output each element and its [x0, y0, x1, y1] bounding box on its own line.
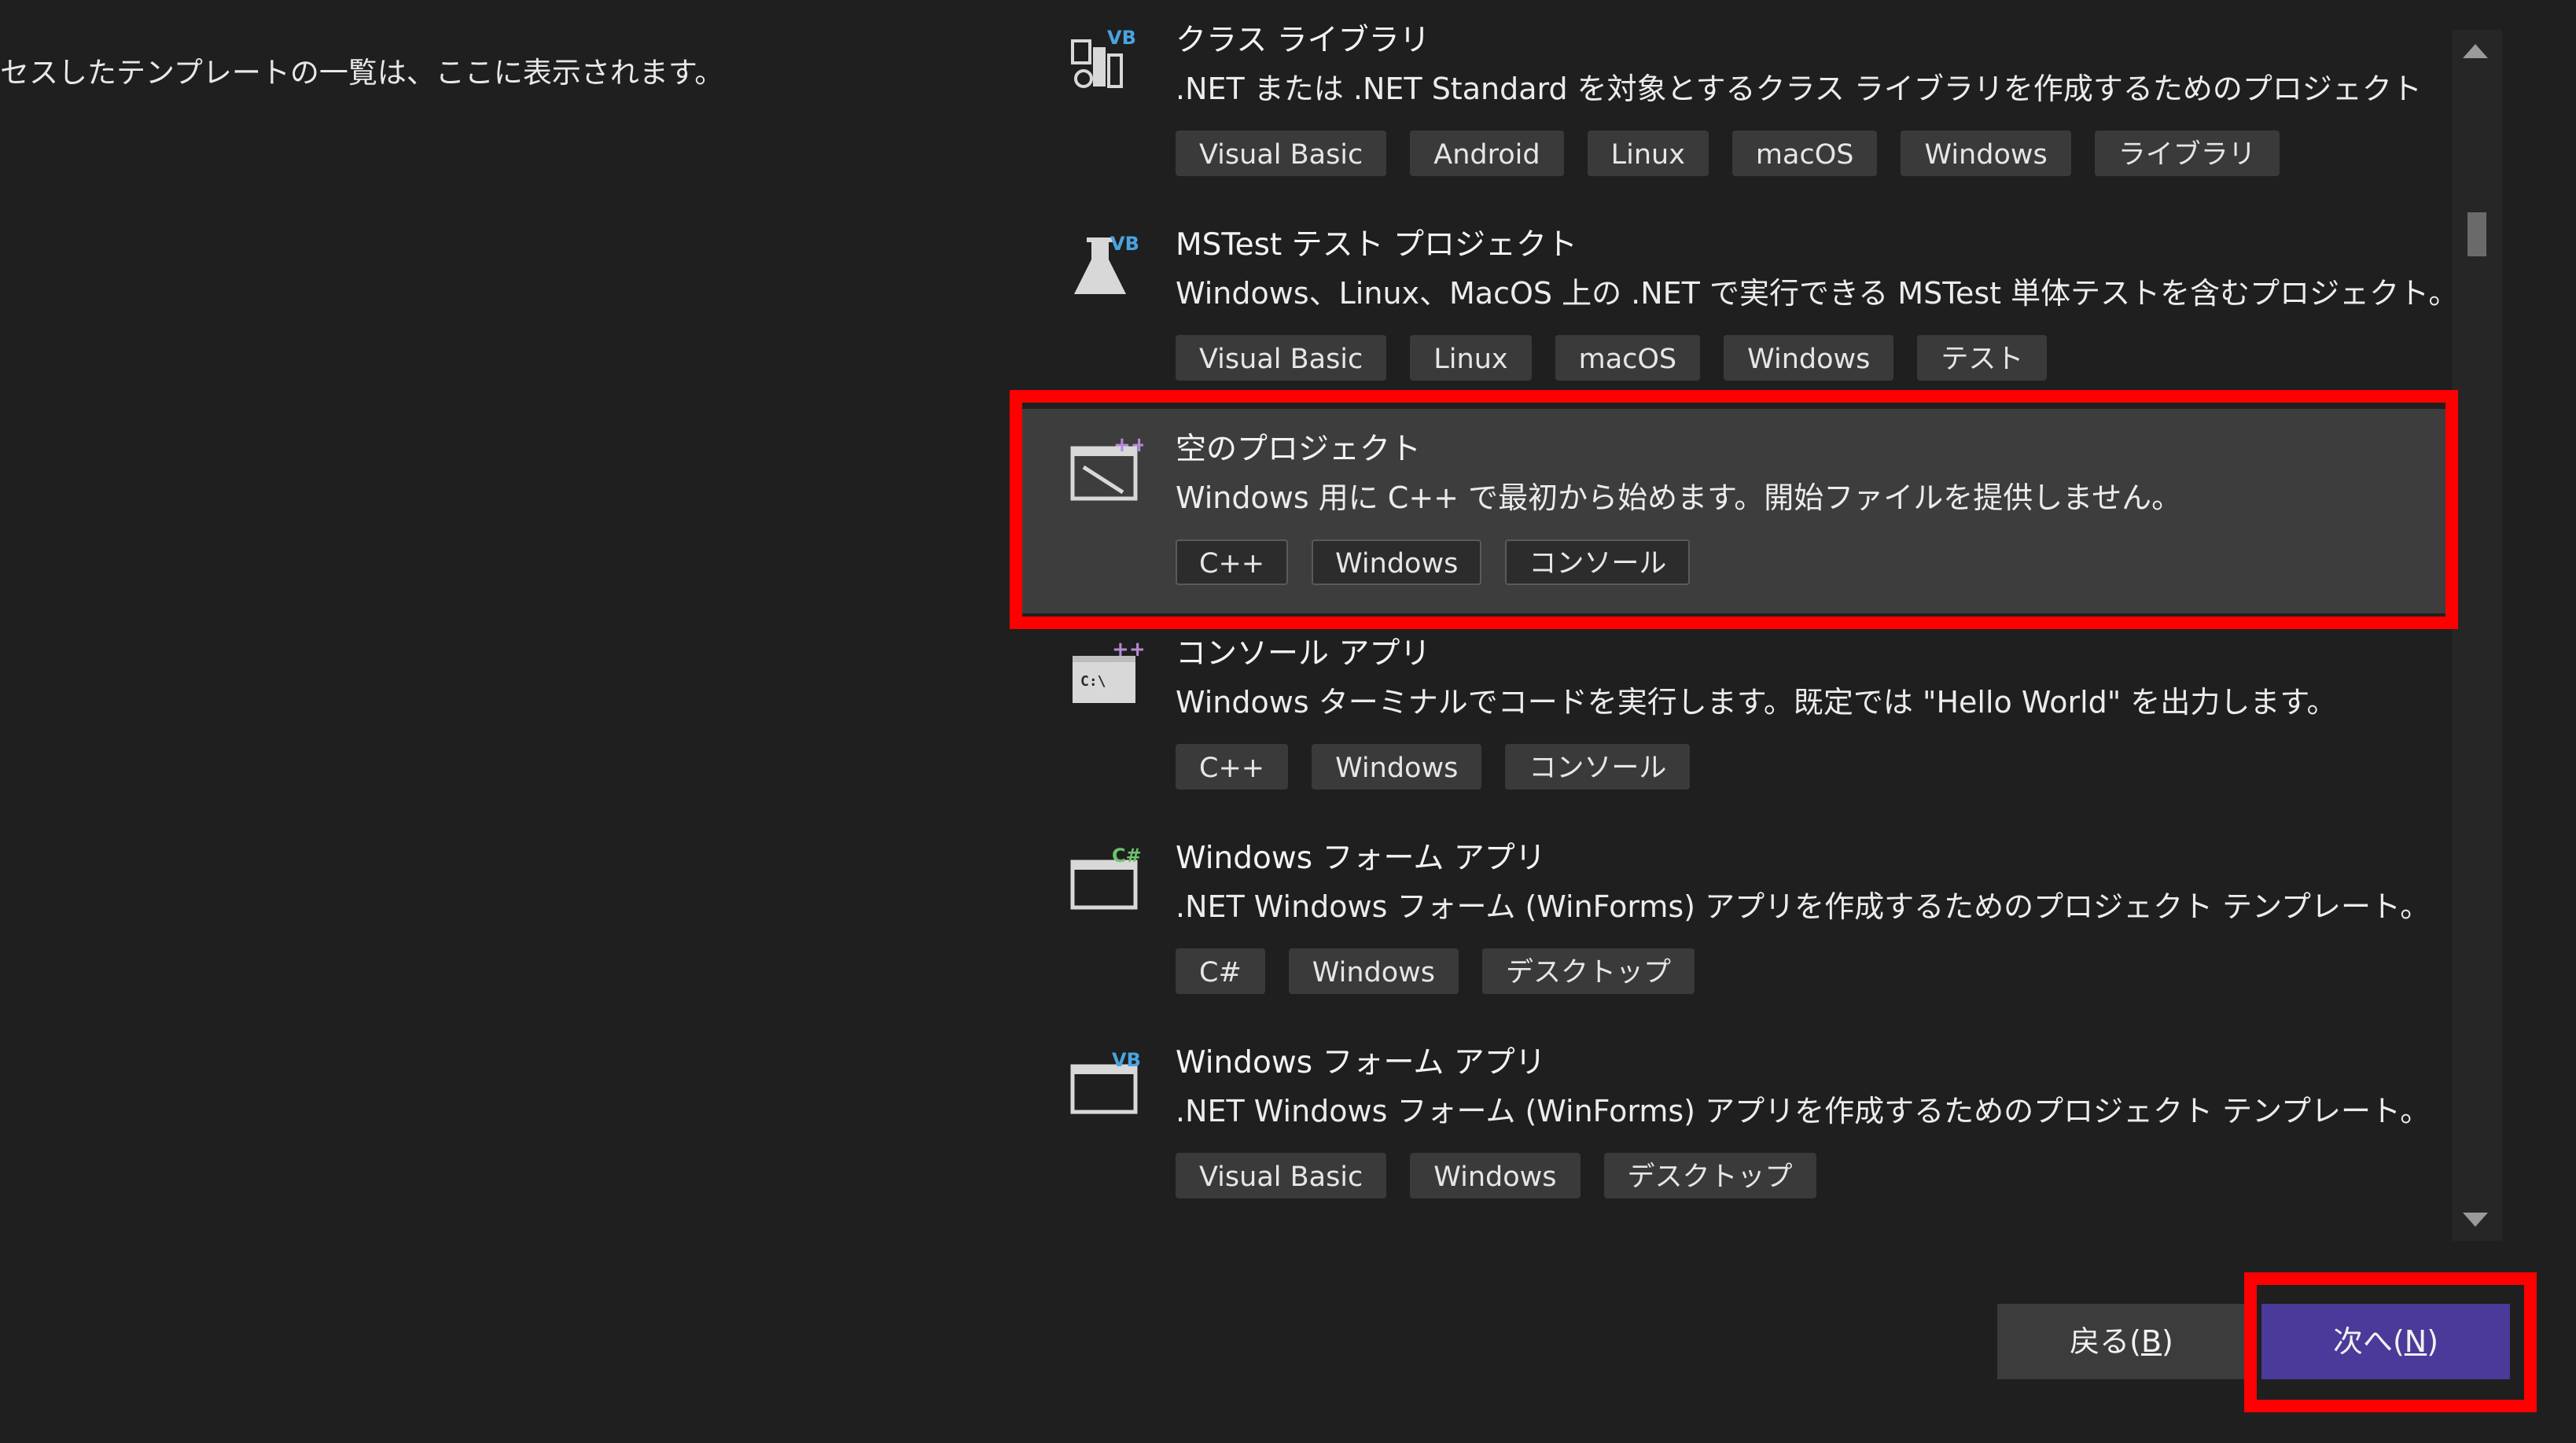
- template-title: Windows フォーム アプリ: [1176, 841, 1546, 876]
- tag: C++: [1176, 744, 1289, 790]
- template-description: .NET Windows フォーム (WinForms) アプリを作成するための…: [1176, 1094, 2431, 1128]
- tag: Linux: [1587, 131, 1709, 176]
- tag: Windows: [1901, 131, 2071, 176]
- vb-mstest-flask-icon: VB: [1068, 228, 1143, 304]
- template-title: クラス ライブラリ: [1176, 23, 1430, 58]
- template-description: Windows 用に C++ で最初から始めます。開始ファイルを提供しません。: [1176, 480, 2182, 515]
- template-item-winforms-csharp[interactable]: C# Windows フォーム アプリ .NET Windows フォーム (W…: [1014, 818, 2452, 1022]
- template-item-empty-project[interactable]: ++ 空のプロジェクト Windows 用に C++ で最初から始めます。開始フ…: [1014, 409, 2452, 613]
- tag: Windows: [1288, 948, 1459, 994]
- vb-winforms-icon: VB: [1068, 1046, 1143, 1121]
- tag-row: C++ Windows コンソール: [1176, 539, 1691, 585]
- tag-row: Visual Basic Android Linux macOS Windows…: [1176, 131, 2280, 176]
- tag: コンソール: [1505, 539, 1691, 585]
- tag: C#: [1176, 948, 1265, 994]
- next-access-key: N: [2404, 1324, 2427, 1359]
- scroll-up-arrow-icon[interactable]: [2463, 44, 2488, 58]
- tag: macOS: [1731, 131, 1878, 176]
- template-description: .NET Windows フォーム (WinForms) アプリを作成するための…: [1176, 889, 2431, 924]
- tag: Visual Basic: [1176, 335, 1387, 381]
- tag: Visual Basic: [1176, 131, 1387, 176]
- template-list-scrollbar[interactable]: [2452, 30, 2502, 1241]
- recent-templates-note: セスしたテンプレートの一覧は、ここに表示されます。: [0, 56, 724, 90]
- template-title: 空のプロジェクト: [1176, 432, 1422, 467]
- next-close-paren: ): [2427, 1324, 2439, 1359]
- tag: デスクトップ: [1603, 1153, 1816, 1198]
- vb-class-library-icon: VB: [1068, 24, 1143, 99]
- template-description: Windows、Linux、MacOS 上の .NET で実行できる MSTes…: [1176, 276, 2452, 311]
- tag: Windows: [1312, 539, 1482, 585]
- back-access-key: B: [2140, 1324, 2162, 1359]
- cpp-console-app-icon: C:\ ++: [1068, 637, 1143, 712]
- back-button[interactable]: 戻る(B): [1997, 1304, 2246, 1379]
- new-project-dialog: セスしたテンプレートの一覧は、ここに表示されます。 VB クラス ライブラリ .…: [0, 0, 2576, 1443]
- template-list: VB クラス ライブラリ .NET または .NET Standard を対象と…: [1014, 0, 2452, 1235]
- svg-text:++: ++: [1112, 638, 1143, 661]
- tag: コンソール: [1505, 744, 1691, 790]
- tag-row: C# Windows デスクトップ: [1176, 948, 1695, 994]
- svg-text:VB: VB: [1110, 233, 1139, 255]
- template-description: .NET または .NET Standard を対象とするクラス ライブラリを作…: [1176, 72, 2422, 106]
- cpp-empty-project-icon: ++: [1068, 433, 1143, 508]
- tag: Linux: [1410, 335, 1532, 381]
- tag: デスクトップ: [1482, 948, 1695, 994]
- tag: C++: [1176, 539, 1289, 585]
- template-title: コンソール アプリ: [1176, 636, 1431, 672]
- tag: Windows: [1410, 1153, 1581, 1198]
- tag: Windows: [1724, 335, 1894, 381]
- scrollbar-thumb[interactable]: [2467, 212, 2486, 256]
- template-item-console-app[interactable]: C:\ ++ コンソール アプリ Windows ターミナルでコードを実行します…: [1014, 613, 2452, 818]
- svg-text:C#: C#: [1112, 845, 1142, 867]
- tag-row: C++ Windows コンソール: [1176, 744, 1691, 790]
- template-item-class-library[interactable]: VB クラス ライブラリ .NET または .NET Standard を対象と…: [1014, 0, 2452, 204]
- svg-text:VB: VB: [1107, 27, 1136, 49]
- template-item-winforms-vb[interactable]: VB Windows フォーム アプリ .NET Windows フォーム (W…: [1014, 1022, 2452, 1227]
- tag: Android: [1410, 131, 1564, 176]
- tag: Windows: [1312, 744, 1482, 790]
- tag: Visual Basic: [1176, 1153, 1387, 1198]
- next-button-label: 次へ(: [2332, 1324, 2405, 1359]
- csharp-winforms-icon: C#: [1068, 841, 1143, 917]
- back-close-paren: ): [2162, 1324, 2173, 1359]
- svg-text:++: ++: [1113, 433, 1143, 457]
- tag-row: Visual Basic Windows デスクトップ: [1176, 1153, 1816, 1198]
- next-button[interactable]: 次へ(N): [2261, 1304, 2510, 1379]
- template-title: Windows フォーム アプリ: [1176, 1045, 1546, 1080]
- back-button-label: 戻る(: [2070, 1324, 2141, 1359]
- template-item-mstest[interactable]: VB MSTest テスト プロジェクト Windows、Linux、MacOS…: [1014, 204, 2452, 409]
- tag: テスト: [1917, 335, 2048, 381]
- tag: ライブラリ: [2094, 131, 2280, 176]
- template-description: Windows ターミナルでコードを実行します。既定では "Hello Worl…: [1176, 685, 2337, 720]
- tag-row: Visual Basic Linux macOS Windows テスト: [1176, 335, 2048, 381]
- template-title: MSTest テスト プロジェクト: [1176, 227, 1577, 263]
- tag: macOS: [1555, 335, 1701, 381]
- svg-text:VB: VB: [1112, 1049, 1141, 1071]
- scroll-down-arrow-icon[interactable]: [2463, 1213, 2488, 1227]
- svg-text:C:\: C:\: [1080, 673, 1106, 690]
